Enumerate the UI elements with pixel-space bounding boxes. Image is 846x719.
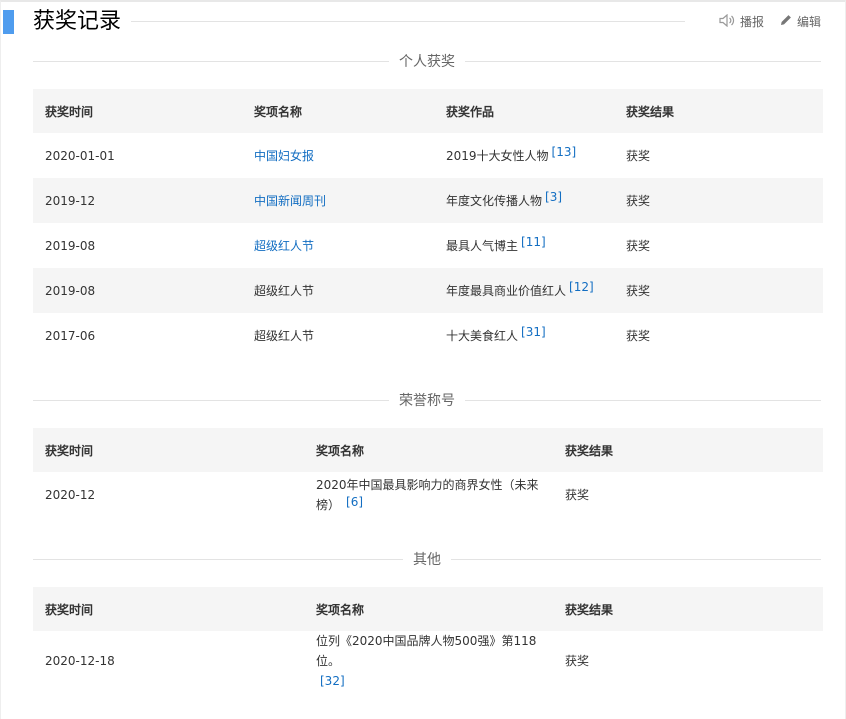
award-result: 获奖 [626,148,651,163]
citation-link[interactable]: [12] [569,280,594,294]
award-date: 2019-08 [45,238,96,253]
award-work-cell: 2019十大女性人物 [13] [434,133,614,178]
award-work: 年度最具商业价值红人 [446,283,567,298]
award-name-link[interactable]: 超级红人节 [254,239,314,253]
column-header-result: 获奖结果 [614,89,823,133]
personal-awards-table: 获奖时间 奖项名称 获奖作品 获奖结果 2020-01-01 中国妇女报 201… [33,89,823,358]
edit-button[interactable]: 编辑 [780,13,821,30]
award-name-line: 2020年中国最具影响力的商界女性（未来 [316,477,539,492]
section-title-personal: 个人获奖 [389,52,465,72]
column-header-result: 获奖结果 [553,428,823,472]
citation-link[interactable]: [31] [521,325,546,339]
award-date: 2019-12 [33,178,242,223]
award-work: 十大美食红人 [446,328,519,343]
column-header-result: 获奖结果 [553,587,823,631]
table-row: 2020-01-01 中国妇女报 2019十大女性人物 [13] 获奖 [33,133,823,178]
citation-link[interactable]: [13] [552,145,577,159]
table-row: 2017-06 超级红人节 十大美食红人 [31] 获奖 [33,313,823,358]
column-header-date: 获奖时间 [33,587,304,631]
citation-link[interactable]: [32] [320,674,345,688]
award-date: 2017-06 [45,328,96,343]
speaker-icon [719,13,740,30]
page-title: 获奖记录 [33,9,122,34]
column-header-date: 获奖时间 [33,89,242,133]
award-name-link[interactable]: 中国妇女报 [254,149,314,163]
award-work-cell: 年度文化传播人物 [3] [434,178,614,223]
section-header-honor: 荣誉称号 [33,391,821,411]
broadcast-label: 播报 [739,15,764,29]
section-title-honor: 荣誉称号 [389,391,465,411]
column-header-award: 奖项名称 [304,587,553,631]
award-work-cell: 十大美食红人 [31] [434,313,614,358]
award-result: 获奖 [626,328,651,343]
table-header-row: 获奖时间 奖项名称 获奖结果 [33,428,823,472]
table-row: 2019-08 超级红人节 最具人气博主 [11] 获奖 [33,223,823,268]
award-name: 超级红人节 [242,268,434,313]
award-name-line: 榜） [316,497,341,512]
award-date: 2020-12-18 [45,654,115,668]
edit-label: 编辑 [796,15,821,29]
section-title-other: 其他 [403,550,451,570]
award-work-cell: 年度最具商业价值红人 [12] [434,268,614,313]
column-header-date: 获奖时间 [33,428,304,472]
title-accent-bar [3,10,14,34]
award-work-cell: 最具人气博主 [11] [434,223,614,268]
pencil-icon [780,14,797,29]
award-result: 获奖 [614,268,823,313]
award-date: 2020-01-01 [45,148,115,163]
award-name-link[interactable]: 中国新闻周刊 [254,194,326,208]
column-header-work: 获奖作品 [434,89,614,133]
award-date: 2019-08 [33,268,242,313]
table-row: 2019-08 超级红人节 年度最具商业价值红人 [12] 获奖 [33,268,823,313]
award-work: 年度文化传播人物 [446,193,543,208]
other-awards-table: 获奖时间 奖项名称 获奖结果 2020-12-18 位列《2020中国品牌人物5… [33,587,823,691]
header-toolbar: 播报 编辑 [719,13,821,30]
section-header-other: 其他 [33,550,821,570]
broadcast-button[interactable]: 播报 [719,13,764,30]
award-work: 最具人气博主 [446,238,519,253]
award-result: 获奖 [626,238,651,253]
award-name-cell: 2020年中国最具影响力的商界女性（未来 榜） [6] [304,472,553,517]
table-row: 2020-12 2020年中国最具影响力的商界女性（未来 榜） [6] 获奖 [33,472,823,517]
table-row: 2019-12 中国新闻周刊 年度文化传播人物 [3] 获奖 [33,178,823,223]
honor-titles-table: 获奖时间 奖项名称 获奖结果 2020-12 2020年中国最具影响力的商界女性… [33,428,823,517]
award-name: 超级红人节 [254,328,315,343]
award-result: 获奖 [614,178,823,223]
award-name-cell: 位列《2020中国品牌人物500强》第118位。 [32] [304,631,553,691]
award-name-cell: 中国妇女报 [242,133,434,178]
citation-link[interactable]: [11] [521,235,546,249]
column-header-award: 奖项名称 [242,89,434,133]
award-name-cell: 超级红人节 [242,223,434,268]
citation-link[interactable]: [3] [545,190,562,204]
title-divider [131,21,685,22]
award-result: 获奖 [565,654,590,668]
citation-link[interactable]: [6] [346,495,363,509]
table-row: 2020-12-18 位列《2020中国品牌人物500强》第118位。 [32]… [33,631,823,691]
award-result: 获奖 [565,487,590,502]
award-name-line: 位列《2020中国品牌人物500强》第118位。 [316,634,537,668]
section-header-personal: 个人获奖 [33,52,821,72]
table-header-row: 获奖时间 奖项名称 获奖作品 获奖结果 [33,89,823,133]
award-work: 2019十大女性人物 [446,148,549,163]
award-name-cell: 中国新闻周刊 [242,178,434,223]
column-header-award: 奖项名称 [304,428,553,472]
award-date: 2020-12 [45,487,96,502]
table-header-row: 获奖时间 奖项名称 获奖结果 [33,587,823,631]
